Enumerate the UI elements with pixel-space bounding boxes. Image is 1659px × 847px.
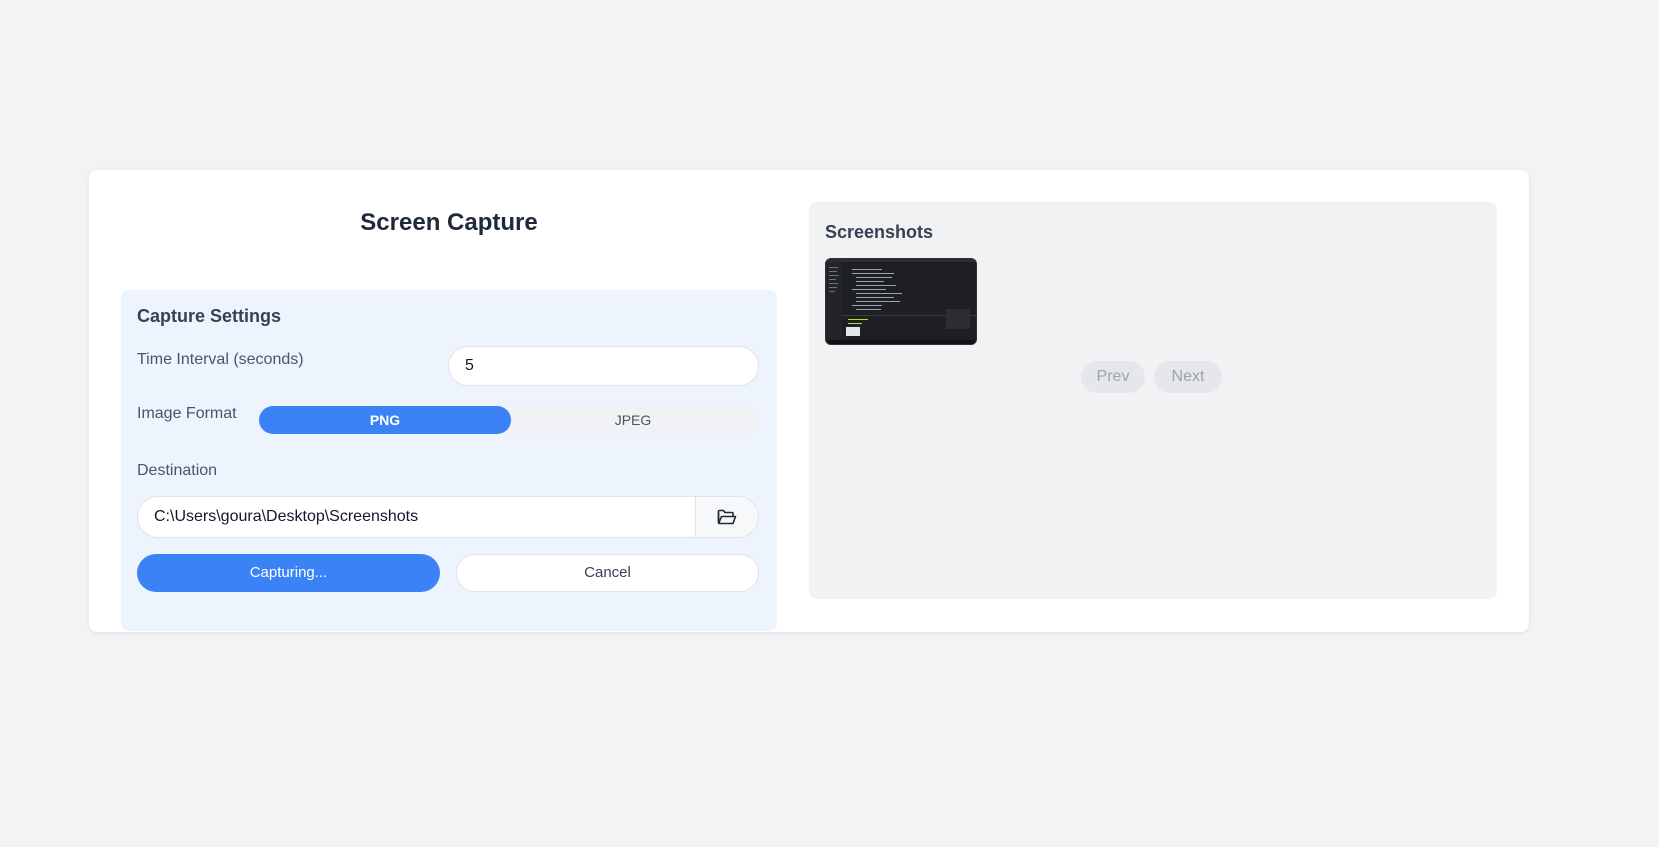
main-card: Screen Capture Capture Settings Time Int…: [89, 170, 1529, 632]
interval-label: Time Interval (seconds): [137, 351, 304, 368]
screenshot-thumbnail[interactable]: [825, 258, 977, 345]
next-button[interactable]: Next: [1154, 361, 1222, 393]
format-option-jpeg[interactable]: JPEG: [507, 406, 759, 434]
capture-settings-panel: Capture Settings Time Interval (seconds)…: [121, 290, 777, 631]
destination-input[interactable]: C:\Users\goura\Desktop\Screenshots: [154, 497, 418, 537]
page-title: Screen Capture: [360, 209, 538, 236]
browse-folder-button[interactable]: [695, 497, 758, 537]
screenshots-panel: Screenshots Prev Next: [809, 202, 1497, 599]
format-label: Image Format: [137, 405, 237, 422]
destination-field: C:\Users\goura\Desktop\Screenshots: [137, 496, 759, 538]
destination-label: Destination: [137, 462, 218, 479]
capture-settings-title: Capture Settings: [137, 306, 282, 326]
screenshots-title: Screenshots: [825, 222, 934, 242]
cancel-button[interactable]: Cancel: [456, 554, 759, 592]
folder-open-icon: [717, 509, 737, 525]
capture-button[interactable]: Capturing...: [137, 554, 440, 592]
screenshot-preview-image: [826, 259, 976, 344]
format-option-png[interactable]: PNG: [259, 406, 511, 434]
format-toggle: PNG JPEG: [259, 406, 759, 434]
prev-button[interactable]: Prev: [1081, 361, 1145, 393]
interval-input[interactable]: 5: [448, 346, 759, 386]
